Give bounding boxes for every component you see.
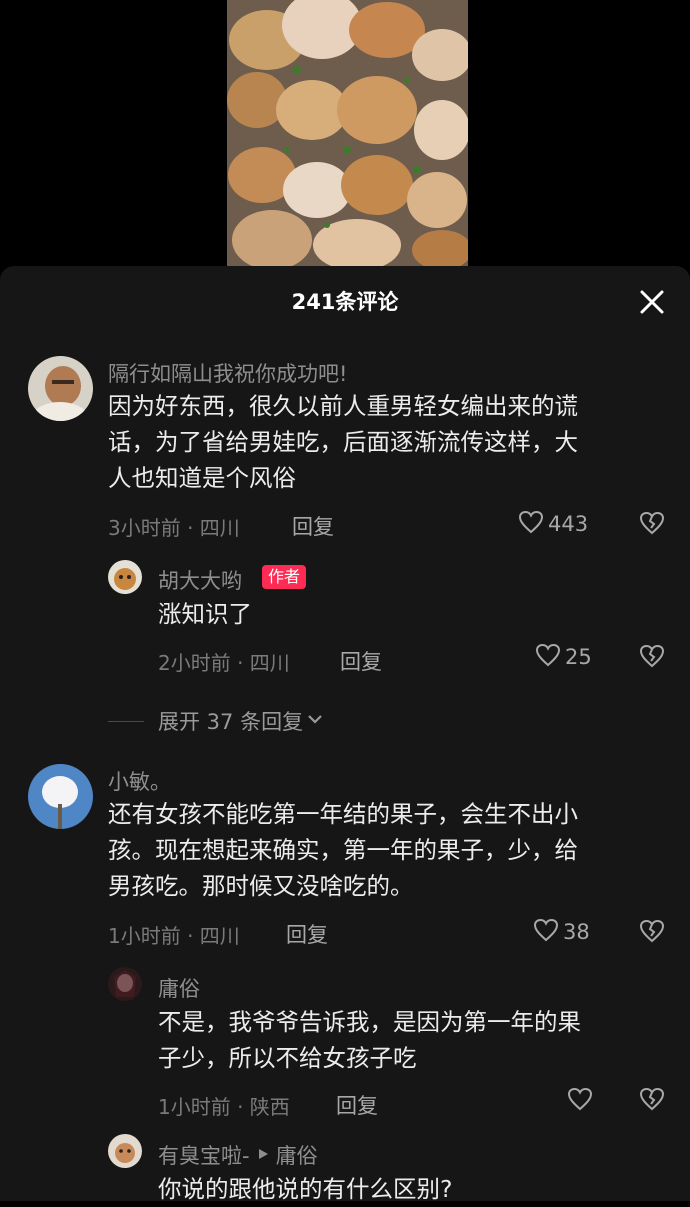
reply-arrow-icon: [256, 1146, 270, 1165]
close-icon[interactable]: [636, 286, 668, 318]
heart-icon: [535, 643, 561, 671]
reply-text-line: 子少，所以不给女孩子吃: [158, 1044, 417, 1072]
comment-text-line: 男孩吃。那时候又没啥吃的。: [108, 872, 414, 900]
comments-count-title: 241条评论: [291, 290, 399, 314]
comments-sheet: 241条评论 隔行如隔山我祝你成功吧! 因为好东西，很久以前人重男轻女编出来的谎…: [0, 266, 690, 1203]
comment-time-location: 1小时前 · 四川: [108, 924, 240, 948]
divider: [108, 720, 144, 722]
reply-header: 有臭宝啦- 庸俗: [158, 1140, 318, 1170]
reply-button[interactable]: 回复: [286, 919, 328, 949]
avatar[interactable]: [108, 967, 142, 1001]
like-button[interactable]: 25: [535, 643, 592, 671]
comment-text-line: 话，为了省给男娃吃，后面逐渐流传这样，大: [108, 428, 578, 456]
comment-text-line: 还有女孩不能吃第一年结的果子，会生不出小: [108, 800, 578, 828]
comment-username[interactable]: 小敏。: [108, 766, 171, 796]
like-count: 38: [563, 920, 590, 944]
comment-text-line: 因为好东西，很久以前人重男轻女编出来的谎: [108, 392, 578, 420]
video-area: [0, 0, 690, 272]
comment-text-line: 孩。现在想起来确实，第一年的果子，少，给: [108, 836, 578, 864]
reply-username[interactable]: 有臭宝啦-: [158, 1140, 250, 1170]
dislike-icon[interactable]: [639, 1087, 665, 1115]
comment-text: 还有女孩不能吃第一年结的果子，会生不出小 孩。现在想起来确实，第一年的果子，少，…: [108, 796, 668, 904]
like-count: 25: [565, 645, 592, 669]
heart-icon: [518, 510, 544, 538]
reply-text: 不是，我爷爷告诉我，是因为第一年的果 子少，所以不给女孩子吃: [158, 1004, 668, 1076]
comment-text: 因为好东西，很久以前人重男轻女编出来的谎 话，为了省给男娃吃，后面逐渐流传这样，…: [108, 388, 668, 496]
reply-text: 你说的跟他说的有什么区别?: [158, 1171, 668, 1207]
reply-time-location: 2小时前 · 四川: [158, 651, 290, 675]
reply-text-line: 你说的跟他说的有什么区别?: [158, 1175, 453, 1203]
avatar[interactable]: [108, 560, 142, 594]
reply-text-line: 不是，我爷爷告诉我，是因为第一年的果: [158, 1008, 581, 1036]
like-button[interactable]: 443: [518, 510, 588, 538]
like-button[interactable]: 38: [533, 918, 590, 946]
reply-username[interactable]: 胡大大哟: [158, 565, 242, 595]
reply-text: 涨知识了: [158, 596, 668, 632]
reply-button[interactable]: 回复: [292, 511, 334, 541]
avatar[interactable]: [28, 356, 93, 421]
reply-username[interactable]: 庸俗: [158, 973, 200, 1003]
reply-time-location: 1小时前 · 陕西: [158, 1095, 290, 1119]
expand-replies-label: 展开 37 条回复: [158, 710, 304, 734]
chevron-down-icon: [305, 709, 325, 733]
heart-icon: [533, 918, 559, 946]
reply-text-line: 涨知识了: [158, 600, 252, 628]
dislike-icon[interactable]: [639, 644, 665, 672]
comment-time-location: 3小时前 · 四川: [108, 516, 240, 540]
like-button[interactable]: [567, 1087, 593, 1115]
avatar[interactable]: [108, 1134, 142, 1168]
reply-button[interactable]: 回复: [340, 646, 382, 676]
reply-button[interactable]: 回复: [336, 1090, 378, 1120]
avatar[interactable]: [28, 764, 93, 829]
dislike-icon[interactable]: [639, 919, 665, 947]
dislike-icon[interactable]: [639, 511, 665, 539]
video-thumbnail[interactable]: [227, 0, 468, 266]
heart-icon: [567, 1087, 593, 1115]
comment-text-line: 人也知道是个风俗: [108, 464, 296, 492]
reply-to-username[interactable]: 庸俗: [276, 1140, 318, 1170]
author-badge: 作者: [262, 565, 307, 589]
comment-username[interactable]: 隔行如隔山我祝你成功吧!: [108, 358, 347, 388]
expand-replies-button[interactable]: 展开 37 条回复: [108, 706, 325, 736]
like-count: 443: [548, 512, 589, 536]
